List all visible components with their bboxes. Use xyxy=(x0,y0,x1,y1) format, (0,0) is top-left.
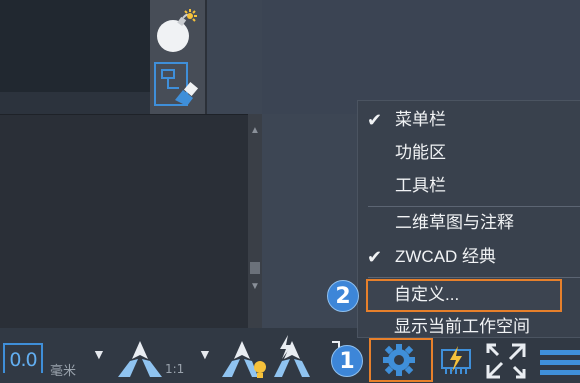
menu-item-customize[interactable]: 自定义... xyxy=(357,279,562,311)
menu-item-ribbon[interactable]: 功能区 xyxy=(358,137,580,169)
layout-brush-icon[interactable] xyxy=(153,60,199,110)
annotation-scale-icon[interactable] xyxy=(117,339,163,381)
menu-item-zwcad-classic[interactable]: ✔ ZWCAD 经典 xyxy=(358,241,580,273)
workspace-area xyxy=(207,0,262,114)
ratio-dropdown-caret[interactable]: ▼ xyxy=(198,346,212,362)
menu-divider xyxy=(368,277,580,278)
checkmark-icon: ✔ xyxy=(367,247,383,267)
scrollbar[interactable] xyxy=(248,114,262,328)
annotation-ratio-label: 1:1 xyxy=(165,362,185,376)
scale-value-field[interactable]: 0.0 xyxy=(3,343,43,373)
scroll-down-button[interactable]: ▼ xyxy=(248,280,262,294)
step-badge-1: 1 xyxy=(331,345,363,377)
unit-dropdown-caret[interactable]: ▼ xyxy=(92,346,106,362)
menu-item-2d-drafting[interactable]: 二维草图与注释 xyxy=(358,207,580,239)
menu-item-toolbars[interactable]: 工具栏 xyxy=(358,170,580,202)
unit-label: 毫米 xyxy=(50,364,77,379)
scroll-up-button[interactable]: ▲ xyxy=(248,124,262,138)
checkmark-icon: ✔ xyxy=(367,110,383,130)
scroll-thumb[interactable] xyxy=(250,262,260,274)
fullscreen-icon[interactable] xyxy=(486,343,526,379)
drawing-canvas[interactable] xyxy=(0,0,150,92)
customization-menu-icon[interactable] xyxy=(538,348,580,378)
bomb-icon[interactable] xyxy=(153,8,199,54)
tool-palette xyxy=(150,0,205,114)
annotation-visibility-icon[interactable] xyxy=(222,339,268,381)
step-badge-2: 2 xyxy=(327,280,359,312)
command-panel[interactable] xyxy=(0,114,248,329)
menu-item-menubar[interactable]: ✔ 菜单栏 xyxy=(358,104,580,136)
auto-scale-icon[interactable] xyxy=(274,333,320,379)
canvas-strip xyxy=(0,92,150,114)
hardware-acceleration-icon[interactable] xyxy=(440,344,472,376)
workspace-gear-icon[interactable] xyxy=(379,342,419,378)
